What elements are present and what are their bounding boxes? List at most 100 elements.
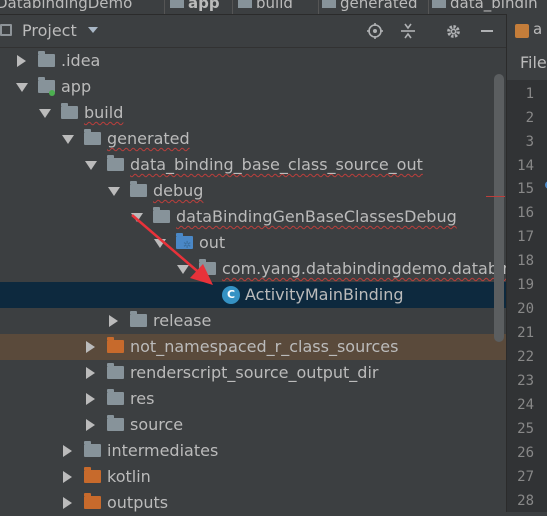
- error-marker: [486, 196, 505, 197]
- chevron-down-icon[interactable]: [88, 27, 98, 33]
- collapse-arrow-icon[interactable]: [62, 135, 74, 144]
- line-number: 19: [517, 277, 534, 293]
- folder-icon: [107, 155, 124, 171]
- tree-item-generated[interactable]: generated: [0, 126, 506, 152]
- line-number: 28: [517, 493, 534, 509]
- tree-item-label: renderscript_source_output_dir: [130, 363, 379, 382]
- breadcrumb-build[interactable]: build: [238, 0, 293, 12]
- tree-item-kotlin[interactable]: kotlin: [0, 464, 506, 490]
- excluded-folder-icon: [84, 467, 101, 483]
- collapse-arrow-icon[interactable]: [85, 161, 97, 170]
- project-view-icon: [0, 24, 12, 36]
- collapse-arrow-icon[interactable]: [154, 239, 166, 248]
- folder-icon: [107, 415, 124, 431]
- collapse-arrow-icon[interactable]: [108, 187, 120, 196]
- folder-icon: [322, 0, 336, 8]
- line-number: 23: [517, 373, 534, 389]
- tree-item-outputs[interactable]: outputs: [0, 490, 506, 516]
- breadcrumb-label: DatabindingDemo: [0, 0, 133, 12]
- tree-item-label: debug: [153, 181, 204, 200]
- tree-item-databinding-gen-base-classes-debug[interactable]: dataBindingGenBaseClassesDebug: [0, 204, 506, 230]
- tree-item-res[interactable]: res: [0, 386, 506, 412]
- expand-arrow-icon[interactable]: [63, 471, 72, 483]
- breadcrumb-separator: [232, 0, 233, 14]
- generated-gear-icon: ✲: [183, 240, 192, 251]
- files-label: Files: [520, 53, 547, 72]
- tree-item-label: build: [84, 103, 124, 122]
- tree-item-renderscript-source-output-dir[interactable]: renderscript_source_output_dir: [0, 360, 506, 386]
- expand-arrow-icon[interactable]: [86, 341, 95, 353]
- breadcrumb-label: app: [188, 0, 220, 12]
- folder-icon: [170, 0, 184, 8]
- folder-icon: [84, 129, 101, 145]
- line-number: 16: [517, 205, 534, 221]
- line-number: 22: [517, 349, 534, 365]
- expand-arrow-icon[interactable]: [86, 393, 95, 405]
- kotlin-file-icon: [515, 24, 529, 38]
- folder-icon: [153, 207, 170, 223]
- tree-item-not-namespaced-r-class-sources[interactable]: not_namespaced_r_class_sources: [0, 334, 506, 360]
- breadcrumb: DatabindingDemo app build generated data…: [0, 0, 547, 15]
- tree-item-source[interactable]: source: [0, 412, 506, 438]
- tree-item-label: res: [130, 389, 155, 408]
- folder-icon: [130, 311, 147, 327]
- tree-item-label: outputs: [107, 493, 169, 512]
- tree-item-package[interactable]: com.yang.databindingdemo.databinding: [0, 256, 547, 282]
- tree-scrollbar[interactable]: [494, 74, 504, 342]
- tree-item-label: ActivityMainBinding: [245, 285, 404, 304]
- collapse-arrow-icon[interactable]: [39, 109, 51, 118]
- tree-item-release[interactable]: release: [0, 308, 506, 334]
- folder-icon: [107, 363, 124, 379]
- tree-item-debug[interactable]: debug: [0, 178, 506, 204]
- tree-item-label: data_binding_base_class_source_out: [130, 155, 423, 174]
- class-icon: C: [222, 286, 240, 304]
- expand-arrow-icon[interactable]: [17, 55, 26, 67]
- breadcrumb-data-binding[interactable]: data_bindin: [432, 0, 538, 12]
- tree-item-label: intermediates: [107, 441, 219, 460]
- tree-item-app[interactable]: app: [0, 74, 506, 100]
- breadcrumb-label: generated: [340, 0, 418, 12]
- breadcrumb-separator: [318, 0, 319, 14]
- line-number: 18: [517, 253, 534, 269]
- breadcrumb-project[interactable]: DatabindingDemo: [0, 0, 132, 12]
- project-view-selector[interactable]: Project: [22, 21, 77, 40]
- folder-icon: [238, 0, 252, 8]
- files-bar: Files: [506, 48, 547, 80]
- expand-arrow-icon[interactable]: [109, 315, 118, 327]
- expand-arrow-icon[interactable]: [63, 445, 72, 457]
- expand-arrow-icon[interactable]: [86, 367, 95, 379]
- breadcrumb-separator: [164, 0, 165, 14]
- tree-item-build[interactable]: build: [0, 100, 506, 126]
- minimize-icon[interactable]: [477, 21, 497, 41]
- collapse-all-icon[interactable]: [398, 21, 418, 41]
- tree-item-label: not_namespaced_r_class_sources: [130, 337, 399, 356]
- tree-item-label: dataBindingGenBaseClassesDebug: [176, 207, 457, 226]
- project-panel-header: Project: [0, 15, 506, 48]
- tree-item-out[interactable]: ✲ out: [0, 230, 506, 256]
- expand-arrow-icon[interactable]: [63, 497, 72, 509]
- excluded-folder-icon: [84, 493, 101, 509]
- line-number: 21: [517, 325, 534, 341]
- target-icon[interactable]: [365, 21, 385, 41]
- tree-item-activity-main-binding[interactable]: C ActivityMainBinding: [0, 282, 506, 308]
- breadcrumb-app[interactable]: app: [170, 0, 220, 12]
- line-number: 3: [525, 134, 534, 150]
- expand-arrow-icon[interactable]: [86, 419, 95, 431]
- breadcrumb-label: build: [256, 0, 293, 12]
- tree-item-label: out: [199, 233, 226, 252]
- tree-item-intermediates[interactable]: intermediates: [0, 438, 506, 464]
- tree-item-data-binding-base-class-source-out[interactable]: data_binding_base_class_source_out: [0, 152, 506, 178]
- tree-item-label: generated: [107, 129, 190, 148]
- collapse-arrow-icon[interactable]: [16, 83, 28, 92]
- editor-tab-label: a: [533, 20, 543, 38]
- collapse-arrow-icon[interactable]: [131, 213, 143, 222]
- line-number: 15: [517, 181, 534, 197]
- tree-item-label: app: [61, 77, 92, 96]
- tree-item-idea[interactable]: .idea: [0, 48, 506, 74]
- collapse-arrow-icon[interactable]: [177, 265, 189, 274]
- breadcrumb-generated[interactable]: generated: [322, 0, 417, 12]
- gear-icon[interactable]: [443, 21, 463, 41]
- excluded-folder-icon: [107, 337, 124, 353]
- line-number: 27: [517, 469, 534, 485]
- editor-tab[interactable]: a: [506, 14, 547, 48]
